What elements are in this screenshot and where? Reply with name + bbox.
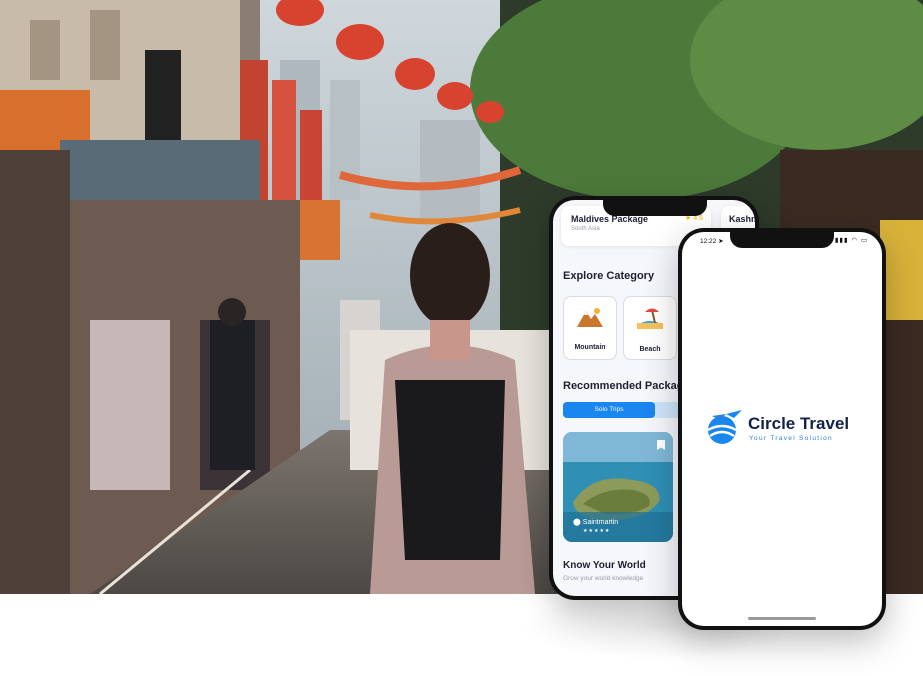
category-mountain[interactable]: Mountain — [563, 296, 617, 360]
location-pin-icon: ⬤ — [573, 519, 581, 526]
location-arrow-icon: ➤ — [718, 238, 724, 245]
know-your-world-subtitle: Grow your world knowledge — [563, 575, 644, 582]
phone-notch — [603, 200, 707, 216]
package-title: Kashm — [729, 214, 755, 224]
destination-card[interactable]: ⬤ Saintmartin ★★★★★ — [563, 432, 673, 542]
status-time: 12:22 ➤ — [700, 237, 724, 245]
category-beach[interactable]: Beach — [623, 296, 677, 360]
category-label: Mountain — [574, 344, 606, 351]
home-indicator[interactable] — [748, 617, 816, 620]
star-icon: ★ — [685, 215, 692, 222]
brand-logo: Circle Travel Your Travel Solution — [704, 408, 864, 448]
brand-name: Circle Travel — [748, 414, 850, 433]
destination-name: ⬤ Saintmartin — [573, 518, 618, 526]
destination-stars: ★★★★★ — [583, 528, 611, 534]
rating-value: 4.6 — [693, 215, 703, 222]
signal-icon: ▮▮▮ — [834, 237, 849, 244]
status-time-text: 12:22 — [700, 238, 717, 245]
destination-label: Saintmartin — [582, 519, 619, 526]
battery-icon: ▭ — [860, 237, 868, 244]
brand-tagline: Your Travel Solution — [749, 435, 833, 442]
splash-screen: 12:22 ➤ ▮▮▮ ◠ ▭ Circle Travel Your Trave… — [682, 232, 882, 626]
status-icons: ▮▮▮ ◠ ▭ — [835, 236, 868, 244]
category-label: Beach — [639, 346, 661, 353]
recommended-title: Recommended Package — [563, 380, 690, 392]
splash-phone: 12:22 ➤ ▮▮▮ ◠ ▭ Circle Travel Your Trave… — [678, 228, 886, 630]
beach-icon — [624, 307, 676, 334]
package-location: South Asia — [571, 226, 600, 232]
phone-notch — [730, 232, 834, 248]
tab-solo-trips[interactable]: Solo Trips — [563, 402, 655, 418]
mountain-icon — [564, 307, 616, 332]
plane-globe-icon — [707, 410, 742, 444]
wifi-icon: ◠ — [851, 237, 859, 244]
explore-category-title: Explore Category — [563, 270, 655, 282]
know-your-world-title: Know Your World — [563, 560, 646, 571]
